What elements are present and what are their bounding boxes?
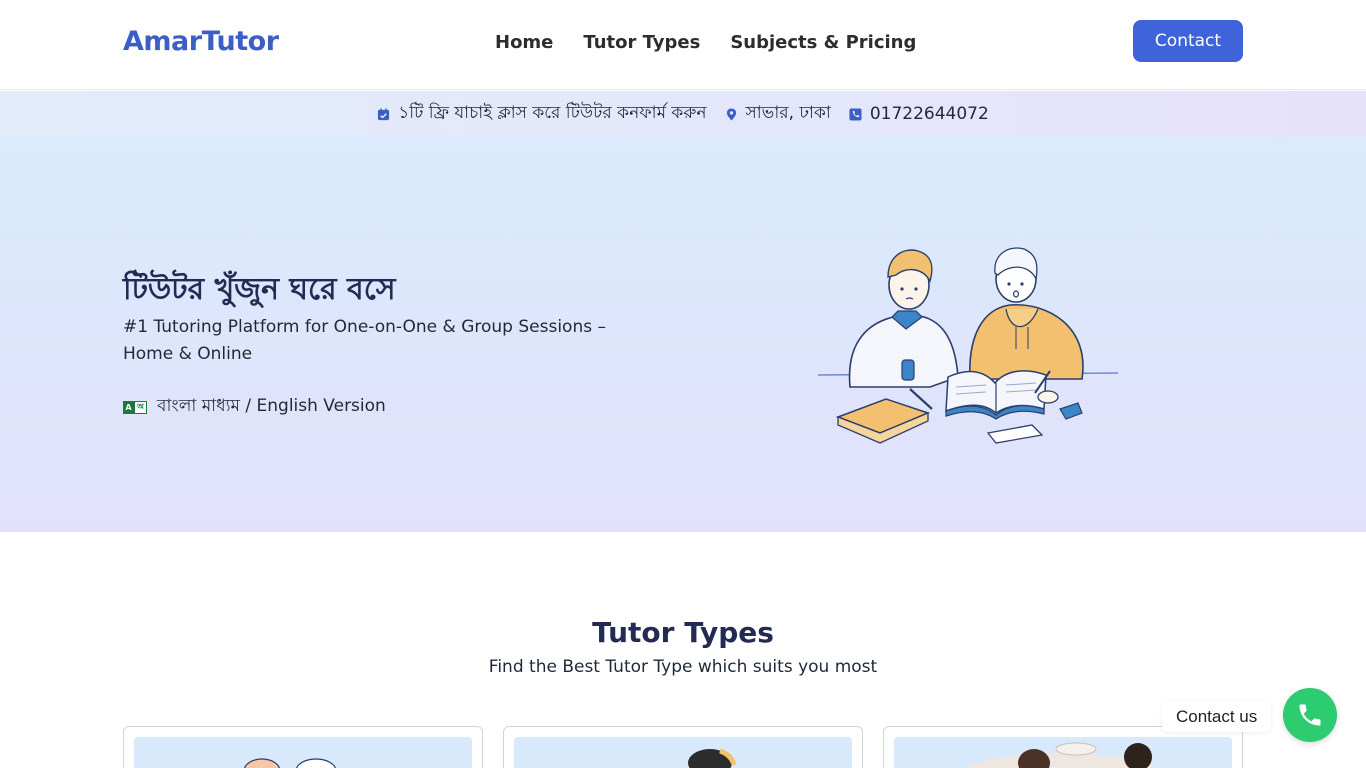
info-bar: ১টি ফ্রি যাচাই ক্লাস করে টিউটর কনফার্ম ক… bbox=[0, 91, 1366, 137]
language-text: বাংলা মাধ্যম / English Version bbox=[157, 396, 386, 416]
hero-illustration bbox=[817, 247, 1119, 444]
tutor-type-card[interactable] bbox=[883, 726, 1243, 768]
translate-icon-left: A bbox=[123, 400, 134, 414]
tutor-type-card[interactable] bbox=[503, 726, 863, 768]
tutor-type-card[interactable] bbox=[123, 726, 483, 768]
tutor-types-subtitle: Find the Best Tutor Type which suits you… bbox=[488, 657, 878, 677]
map-pin-icon bbox=[726, 107, 736, 121]
translate-icon-right: অ bbox=[134, 400, 147, 414]
calendar-check-icon bbox=[378, 107, 390, 120]
tutor-type-illustration bbox=[243, 758, 337, 768]
tutor-type-illustration bbox=[688, 748, 737, 768]
tutor-type-illustration bbox=[965, 742, 1159, 768]
tutor-type-image bbox=[134, 737, 472, 768]
phone-text[interactable]: 01722644072 bbox=[870, 104, 989, 124]
location-info: সাভার, ঢাকা bbox=[725, 100, 831, 128]
contact-button[interactable]: Contact bbox=[1133, 20, 1243, 62]
phone-icon bbox=[849, 107, 862, 121]
hero-title: টিউটর খুঁজুন ঘরে বসে bbox=[123, 272, 396, 307]
free-class-info: ১টি ফ্রি যাচাই ক্লাস করে টিউটর কনফার্ম ক… bbox=[377, 100, 707, 128]
translate-icon: A অ bbox=[123, 400, 147, 414]
hero-section: টিউটর খুঁজুন ঘরে বসে #1 Tutoring Platfor… bbox=[0, 137, 1366, 532]
tutor-type-image bbox=[894, 737, 1232, 768]
hero-subtitle: #1 Tutoring Platform for One-on-One & Gr… bbox=[123, 317, 606, 364]
phone-icon bbox=[1299, 704, 1321, 726]
free-class-text: ১টি ফ্রি যাচাই ক্লাস করে টিউটর কনফার্ম ক… bbox=[398, 103, 707, 123]
main-nav: Home Tutor Types Subjects & Pricing bbox=[495, 32, 916, 53]
phone-info[interactable]: 01722644072 bbox=[849, 104, 989, 124]
nav-home[interactable]: Home bbox=[495, 32, 553, 53]
tutor-type-image bbox=[514, 737, 852, 768]
location-text: সাভার, ঢাকা bbox=[745, 103, 831, 123]
language-info: A অ বাংলা মাধ্যম / English Version bbox=[123, 393, 386, 421]
site-header: AmarTutor Home Tutor Types Subjects & Pr… bbox=[0, 0, 1366, 90]
logo[interactable]: AmarTutor bbox=[123, 26, 279, 57]
nav-subjects-pricing[interactable]: Subjects & Pricing bbox=[730, 32, 916, 53]
tutor-types-title: Tutor Types bbox=[592, 616, 774, 649]
nav-tutor-types[interactable]: Tutor Types bbox=[583, 32, 700, 53]
contact-us-label[interactable]: Contact us bbox=[1162, 701, 1272, 732]
call-button[interactable] bbox=[1283, 688, 1337, 742]
